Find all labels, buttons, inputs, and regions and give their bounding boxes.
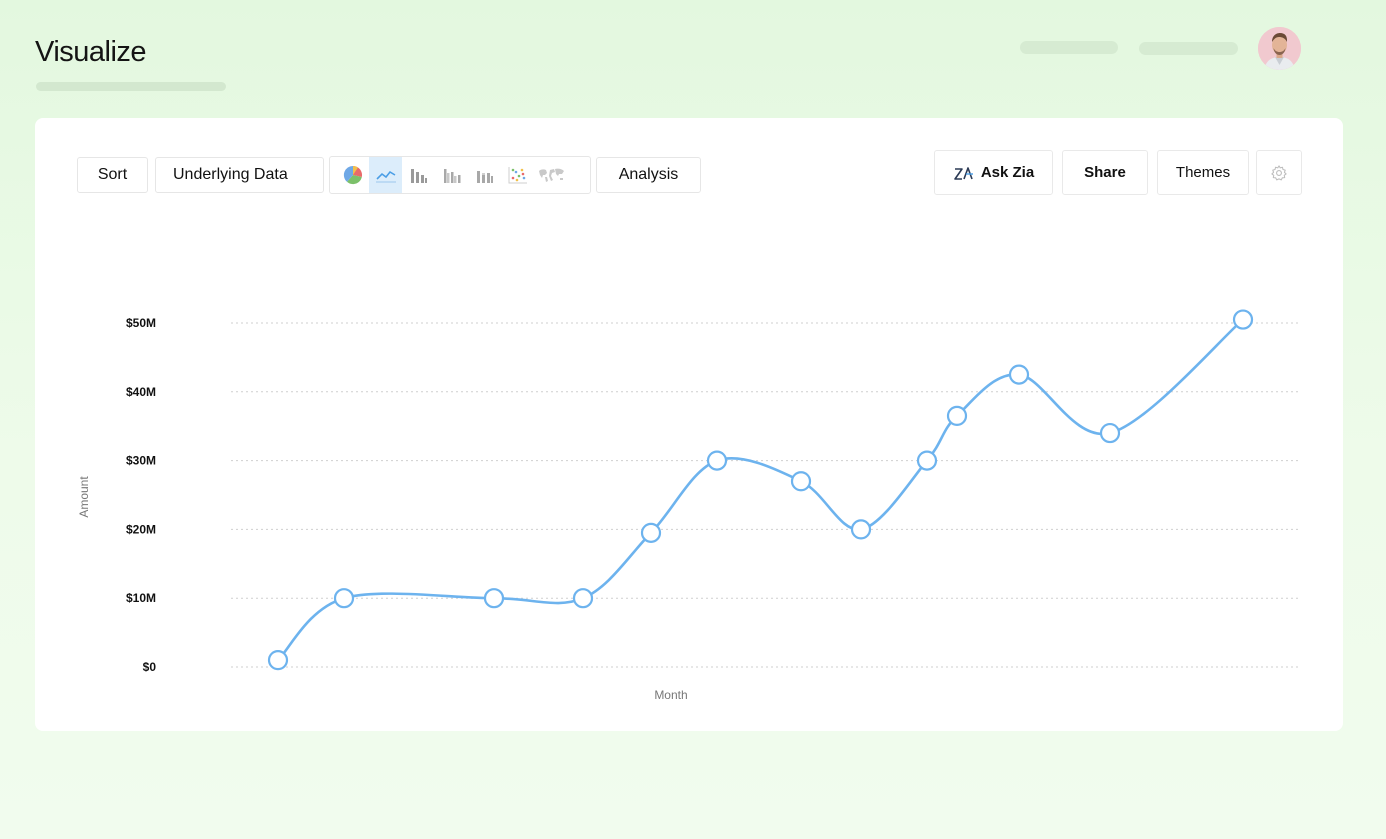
data-point[interactable] [640,522,662,543]
data-point[interactable] [790,471,812,492]
y-tick-label: $20M [126,522,156,536]
user-avatar-image [1258,27,1301,70]
data-point[interactable] [1232,309,1254,330]
share-button[interactable]: Share [1062,150,1148,195]
grouped-bar-chart-icon[interactable] [435,157,468,193]
scatter-chart-icon[interactable] [501,157,534,193]
ask-zia-label: Ask Zia [980,164,1035,181]
chart-type-selector [329,156,591,194]
zia-icon [954,166,973,180]
series-line [277,318,1244,662]
data-point[interactable] [706,450,728,471]
y-tick-label: $40M [126,385,156,399]
data-point[interactable] [267,650,289,671]
underlying-data-button[interactable]: Underlying Data [155,157,324,193]
header-placeholder-2 [1139,42,1238,55]
data-point[interactable] [946,405,968,426]
pie-chart-icon[interactable] [336,157,369,193]
avatar[interactable] [1258,27,1301,70]
y-tick-label: $50M [126,316,156,330]
analysis-button[interactable]: Analysis [596,157,701,193]
data-point[interactable] [483,588,505,609]
ask-zia-button[interactable]: Ask Zia [934,150,1053,195]
y-tick-label: $10M [126,591,156,605]
line-chart: $0 $10M $20M $30M $40M $50M Amount Month [77,309,1301,702]
data-point[interactable] [333,588,355,609]
subtitle-placeholder [36,82,226,91]
header-placeholder-1 [1020,41,1118,54]
x-axis-title: Month [654,688,687,702]
data-point[interactable] [916,450,938,471]
y-axis-title: Amount [77,476,91,518]
data-point[interactable] [1008,364,1030,385]
sort-button[interactable]: Sort [77,157,148,193]
bar-chart-icon[interactable] [402,157,435,193]
settings-button[interactable] [1256,150,1302,195]
map-chart-icon[interactable] [534,157,567,193]
y-tick-label: $30M [126,454,156,468]
page-title: Visualize [35,36,147,68]
data-point[interactable] [572,588,594,609]
line-chart-icon[interactable] [369,157,402,193]
gear-icon [1271,164,1287,180]
chart-card: $0 $10M $20M $30M $40M $50M Amount Month Sort U… [35,118,1343,731]
y-tick-label: $0 [143,660,157,674]
data-point[interactable] [850,519,872,540]
data-point[interactable] [1099,422,1121,444]
themes-button[interactable]: Themes [1157,150,1249,195]
stacked-bar-chart-icon[interactable] [468,157,501,193]
